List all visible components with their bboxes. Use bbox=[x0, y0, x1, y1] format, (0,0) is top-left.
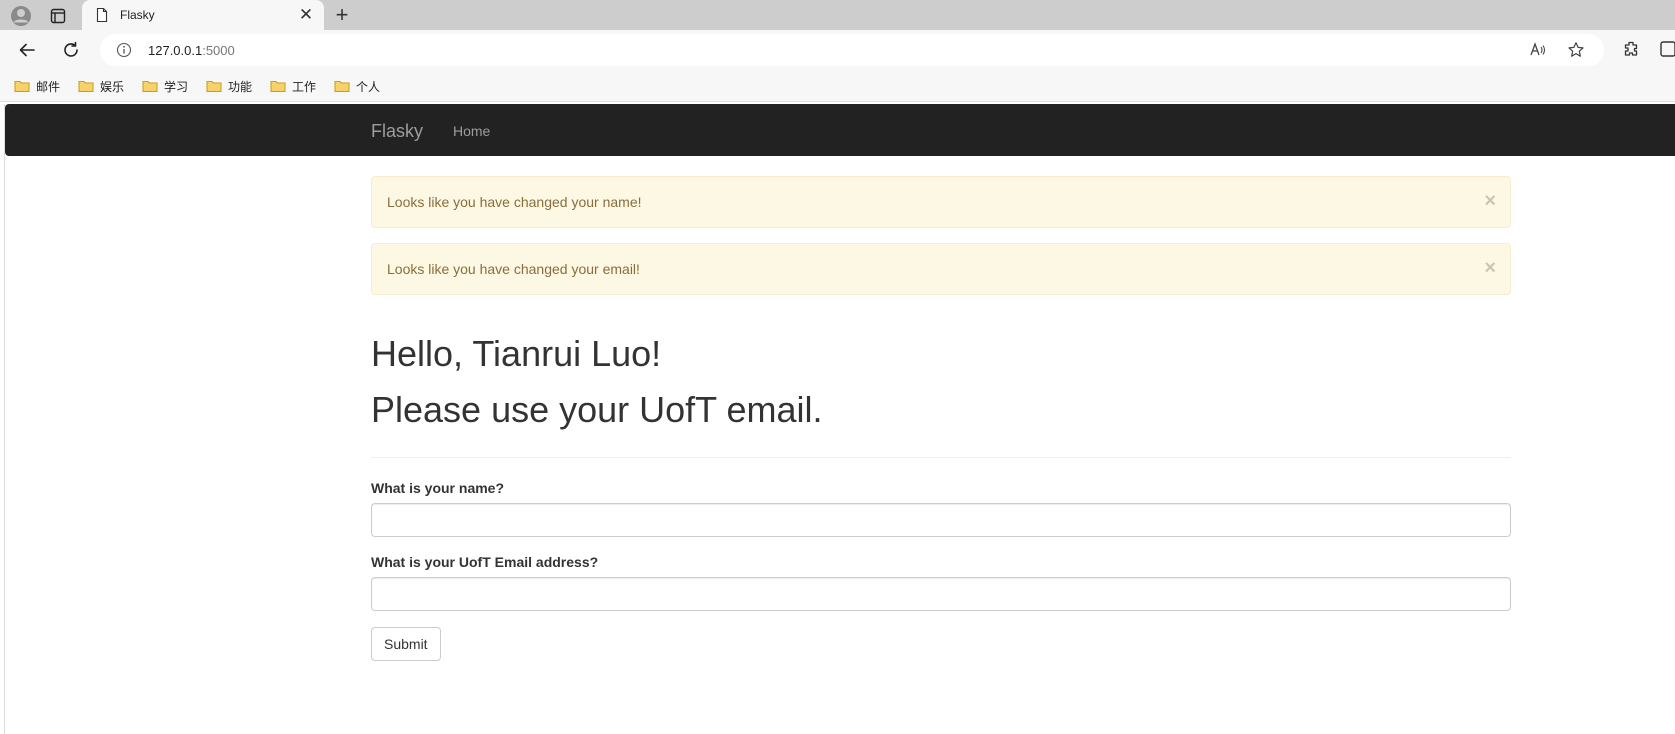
profile-icon[interactable] bbox=[8, 3, 34, 29]
bookmark-label: 学习 bbox=[164, 79, 189, 94]
navbar-brand[interactable]: Flasky bbox=[371, 121, 423, 142]
tab-title: Flasky bbox=[120, 8, 155, 22]
star-icon[interactable] bbox=[1566, 40, 1586, 60]
bookmark-label: 个人 bbox=[356, 79, 381, 94]
bookmark-folder[interactable]: 邮件 bbox=[10, 74, 64, 98]
submit-button[interactable]: Submit bbox=[371, 627, 441, 661]
bookmark-folder[interactable]: 工作 bbox=[266, 74, 320, 98]
alert-warning: Looks like you have changed your name! × bbox=[371, 176, 1511, 228]
folder-icon bbox=[206, 81, 222, 92]
folder-icon bbox=[270, 81, 286, 92]
browser-toolbar: 127.0.0.1:5000 bbox=[0, 30, 1675, 70]
alert-message: Looks like you have changed your email! bbox=[387, 261, 640, 277]
email-input[interactable] bbox=[371, 577, 1511, 611]
bookmark-folder[interactable]: 个人 bbox=[330, 74, 384, 98]
bookmark-folder[interactable]: 学习 bbox=[138, 74, 192, 98]
browser-tab[interactable]: Flasky ✕ bbox=[82, 0, 324, 30]
bookmark-label: 邮件 bbox=[36, 79, 61, 94]
name-label: What is your name? bbox=[371, 480, 505, 496]
tab-actions-icon[interactable] bbox=[46, 4, 70, 28]
folder-icon bbox=[14, 81, 30, 92]
browser-tabstrip: Flasky ✕ + bbox=[0, 0, 1675, 30]
url-port: :5000 bbox=[202, 43, 235, 58]
folder-icon bbox=[142, 81, 158, 92]
navbar: Flasky Home bbox=[5, 104, 1675, 156]
page-icon bbox=[94, 7, 110, 23]
close-tab-icon[interactable]: ✕ bbox=[296, 5, 316, 25]
message-heading: Please use your UofT email. bbox=[371, 389, 823, 430]
info-icon[interactable] bbox=[116, 42, 132, 58]
bookmarks-bar: 邮件 娱乐 学习 功能 工作 个人 bbox=[0, 70, 1675, 102]
alert-warning: Looks like you have changed your email! … bbox=[371, 243, 1511, 295]
folder-icon bbox=[334, 81, 350, 92]
address-bar[interactable]: 127.0.0.1:5000 bbox=[100, 34, 1604, 66]
split-screen-icon[interactable] bbox=[1656, 40, 1675, 60]
bookmark-label: 娱乐 bbox=[100, 79, 125, 94]
new-tab-icon[interactable]: + bbox=[330, 2, 354, 27]
email-label: What is your UofT Email address? bbox=[371, 554, 599, 570]
bookmark-label: 工作 bbox=[292, 79, 317, 94]
page-content: Flasky Home Looks like you have changed … bbox=[4, 104, 1675, 734]
url-host: 127.0.0.1 bbox=[148, 43, 203, 58]
bookmark-folder[interactable]: 娱乐 bbox=[74, 74, 128, 98]
reload-icon[interactable] bbox=[58, 37, 84, 63]
extensions-icon[interactable] bbox=[1619, 37, 1643, 61]
folder-icon bbox=[78, 81, 94, 92]
back-icon[interactable] bbox=[14, 37, 40, 63]
name-input[interactable] bbox=[371, 503, 1511, 537]
alert-message: Looks like you have changed your name! bbox=[387, 194, 642, 210]
url-text[interactable]: 127.0.0.1:5000 bbox=[148, 43, 235, 58]
greeting-heading: Hello, Tianrui Luo! bbox=[371, 333, 662, 374]
close-icon[interactable]: × bbox=[1484, 191, 1496, 211]
bookmark-folder[interactable]: 功能 bbox=[202, 74, 256, 98]
divider bbox=[371, 457, 1511, 458]
close-icon[interactable]: × bbox=[1484, 258, 1496, 278]
read-aloud-icon[interactable] bbox=[1528, 40, 1548, 60]
nav-link-home[interactable]: Home bbox=[453, 123, 490, 139]
bookmark-label: 功能 bbox=[228, 79, 253, 94]
